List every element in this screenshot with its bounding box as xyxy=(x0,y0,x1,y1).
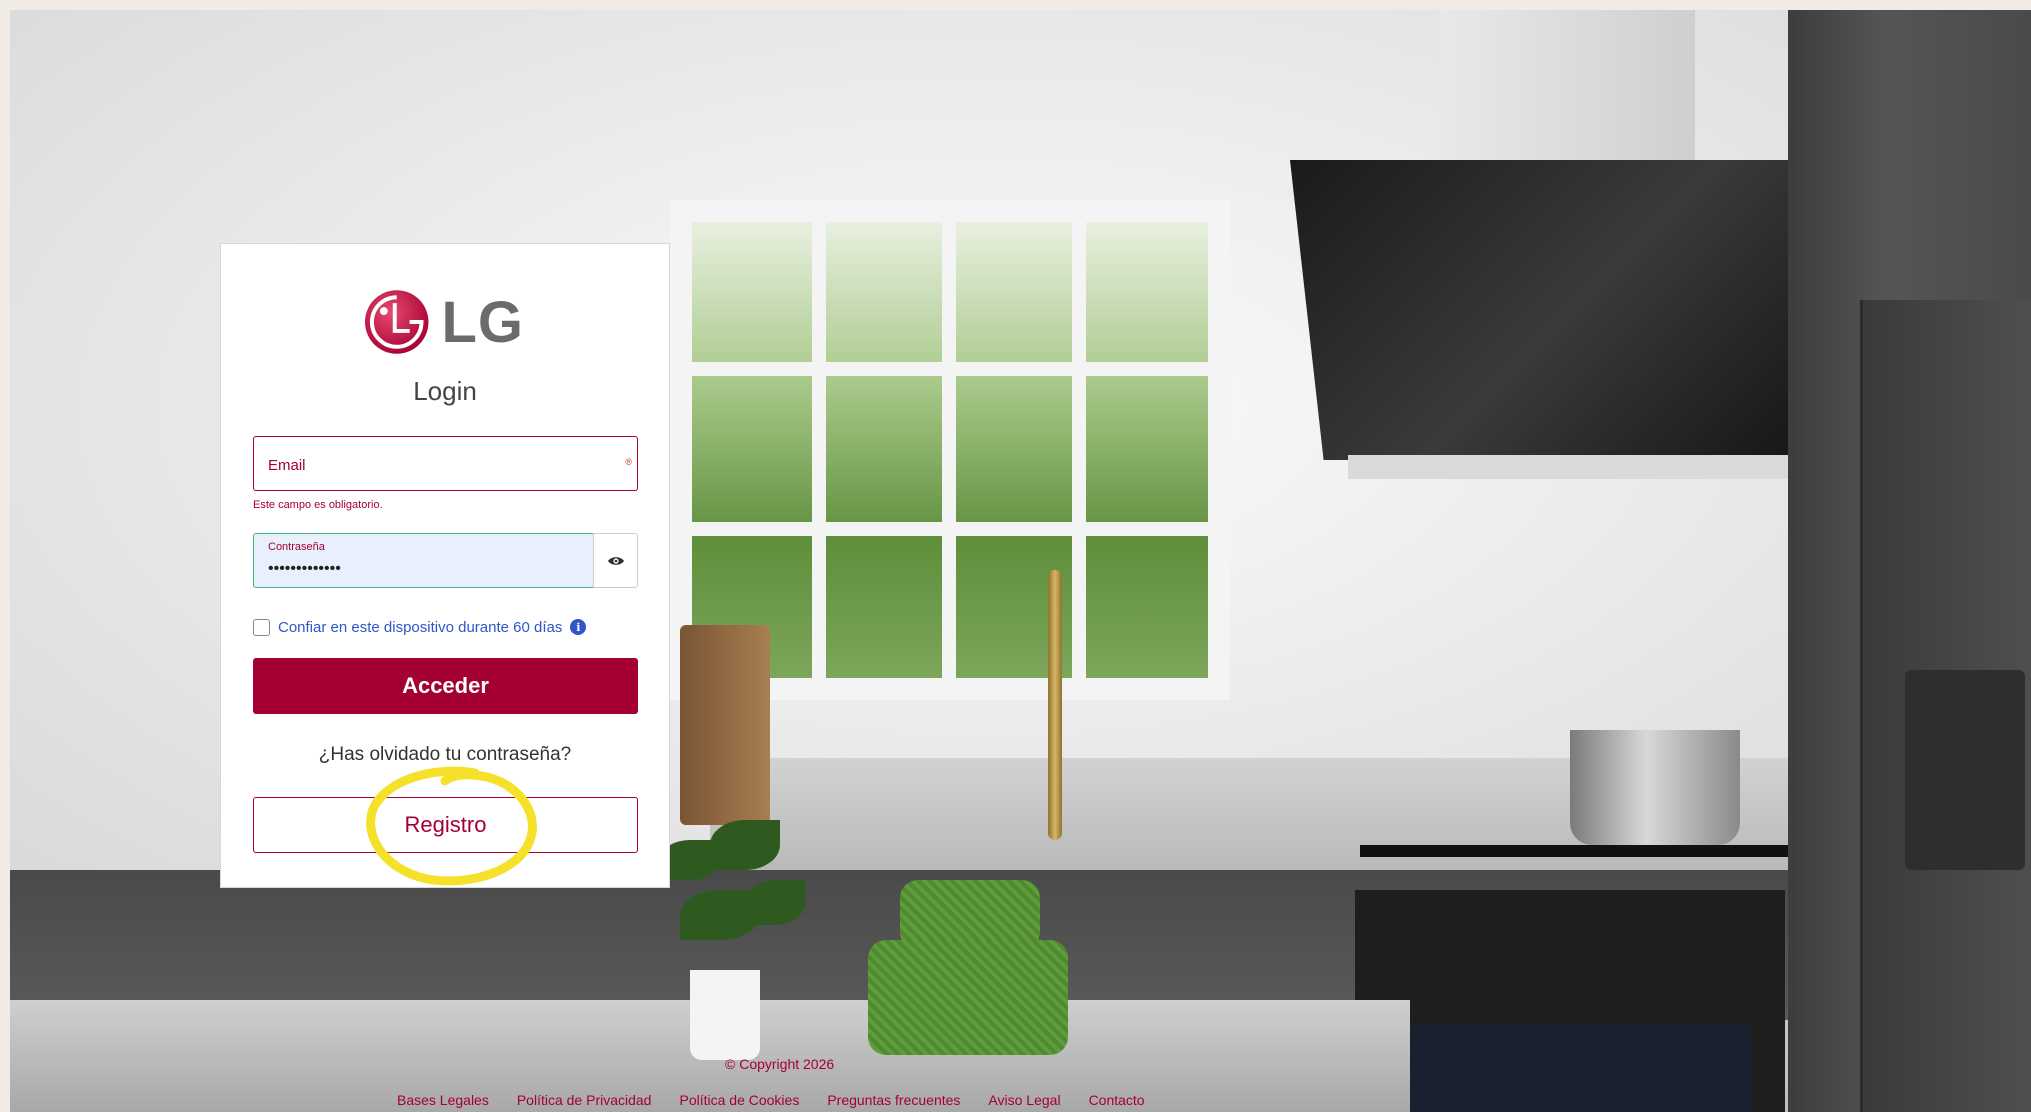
trust-device-row: Confiar en este dispositivo durante 60 d… xyxy=(253,616,587,638)
lg-logo: LG xyxy=(364,284,524,360)
register-button[interactable]: Registro xyxy=(253,797,638,853)
folded-towel xyxy=(868,940,1068,1055)
range-hood-base xyxy=(1348,455,1818,479)
oven-window xyxy=(1390,1025,1750,1112)
password-label: Contraseña xyxy=(268,541,325,553)
password-field[interactable]: Contraseña ••••••••••••• xyxy=(253,533,593,588)
cutting-board xyxy=(680,625,770,825)
required-mark: ® xyxy=(625,457,632,467)
forgot-password-link[interactable]: ¿Has olvidado tu contraseña? xyxy=(221,744,669,766)
footer-link[interactable]: Preguntas frecuentes xyxy=(827,1092,960,1108)
footer-link[interactable]: Contacto xyxy=(1089,1092,1145,1108)
eye-icon xyxy=(607,556,624,565)
email-label: Email xyxy=(268,457,306,474)
cooktop xyxy=(1360,845,1790,857)
window-mullion xyxy=(1072,222,1086,678)
window-mullion xyxy=(942,222,956,678)
info-icon[interactable]: i xyxy=(570,619,587,635)
footer-links: Bases Legales Política de Privacidad Pol… xyxy=(397,1092,1145,1108)
cooking-pot xyxy=(1570,730,1740,845)
email-error-message: Este campo es obligatorio. xyxy=(253,499,383,511)
password-value: ••••••••••••• xyxy=(268,560,341,577)
plant-leaf xyxy=(745,880,805,925)
window-mullion xyxy=(812,222,826,678)
show-password-button[interactable] xyxy=(593,533,638,588)
window-mullion xyxy=(692,522,1208,536)
window-mullion xyxy=(692,362,1208,376)
plant-pot xyxy=(690,970,760,1060)
faucet xyxy=(1048,570,1062,840)
copyright-text: © Copyright 2026 xyxy=(725,1056,835,1072)
lg-face-icon xyxy=(364,290,429,354)
range-hood xyxy=(1290,160,1850,460)
trust-device-checkbox[interactable] xyxy=(253,618,270,636)
login-card: LG Login Email ® Este campo es obligator… xyxy=(220,243,670,888)
page-title: Login xyxy=(413,376,477,406)
trust-device-label[interactable]: Confiar en este dispositivo durante 60 d… xyxy=(278,619,562,636)
footer-link[interactable]: Política de Cookies xyxy=(679,1092,799,1108)
fridge-dispenser xyxy=(1905,670,2025,870)
logo-text: LG xyxy=(441,289,524,355)
login-button[interactable]: Acceder xyxy=(253,658,638,714)
footer-link[interactable]: Política de Privacidad xyxy=(517,1092,652,1108)
range-hood-chimney xyxy=(1440,10,1695,175)
email-field[interactable]: Email ® xyxy=(253,436,638,491)
plant-leaf xyxy=(710,820,780,870)
footer-link[interactable]: Bases Legales xyxy=(397,1092,489,1108)
footer-link[interactable]: Aviso Legal xyxy=(988,1092,1060,1108)
